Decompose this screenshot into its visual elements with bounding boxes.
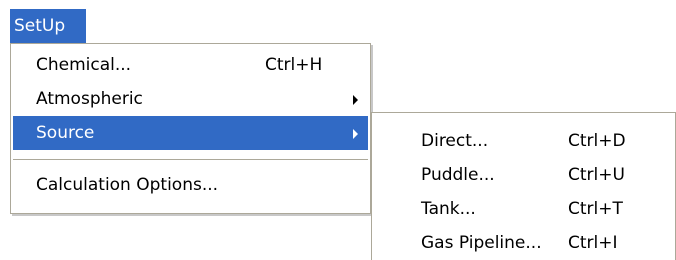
menu-separator [13,159,368,161]
setup-menu-dropdown: Chemical... Ctrl+H Atmospheric Source Ca… [10,43,371,214]
menu-item-calculation-options[interactable]: Calculation Options... [13,168,368,202]
menu-item-chemical-label: Chemical... [36,55,132,75]
menu-item-source[interactable]: Source [13,116,368,150]
submenu-item-puddle-label: Puddle... [421,165,495,185]
screen: SetUp Chemical... Ctrl+H Atmospheric Sou… [0,0,676,260]
menu-item-atmospheric[interactable]: Atmospheric [13,82,368,116]
submenu-item-gas-pipeline-label: Gas Pipeline... [421,233,542,253]
submenu-item-tank-shortcut: Ctrl+T [568,199,623,219]
submenu-item-gas-pipeline[interactable]: Gas Pipeline... Ctrl+I [374,226,676,260]
submenu-item-tank-label: Tank... [421,199,476,219]
submenu-arrow-icon [353,95,358,105]
menu-item-chemical-shortcut: Ctrl+H [265,55,323,75]
submenu-item-puddle[interactable]: Puddle... Ctrl+U [374,158,676,192]
menu-item-calculation-options-label: Calculation Options... [36,175,219,195]
menu-setup[interactable]: SetUp [10,9,86,43]
submenu-item-tank[interactable]: Tank... Ctrl+T [374,192,676,226]
source-submenu: Direct... Ctrl+D Puddle... Ctrl+U Tank..… [371,112,676,260]
submenu-item-direct-shortcut: Ctrl+D [568,131,626,151]
menu-item-source-label: Source [36,123,95,143]
submenu-item-direct[interactable]: Direct... Ctrl+D [374,124,676,158]
submenu-arrow-icon [353,129,358,139]
menu-item-chemical[interactable]: Chemical... Ctrl+H [13,48,368,82]
submenu-item-gas-pipeline-shortcut: Ctrl+I [568,233,618,253]
menu-item-atmospheric-label: Atmospheric [36,89,143,109]
submenu-item-direct-label: Direct... [421,131,489,151]
menu-setup-label: SetUp [14,16,66,36]
submenu-item-puddle-shortcut: Ctrl+U [568,165,625,185]
